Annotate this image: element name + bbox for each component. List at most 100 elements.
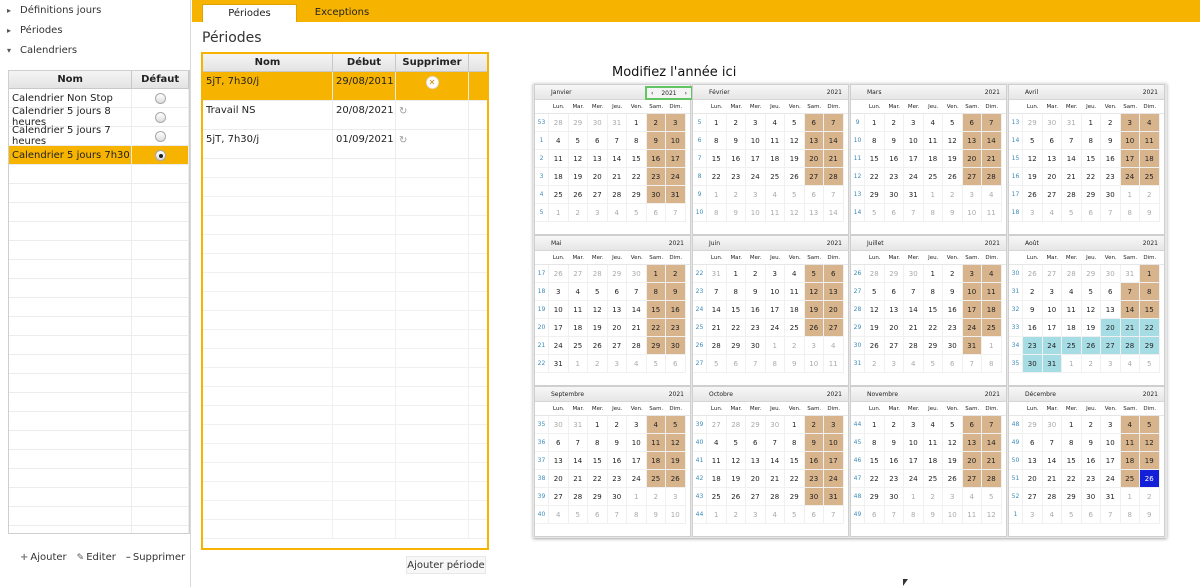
nav-calendriers[interactable]: ▾ Calendriers xyxy=(0,41,77,61)
day-cell[interactable]: 7 xyxy=(746,355,766,373)
day-cell[interactable]: 14 xyxy=(607,150,627,168)
day-cell[interactable]: 12 xyxy=(666,434,686,452)
day-cell[interactable]: 2 xyxy=(943,186,963,204)
day-cell[interactable]: 20 xyxy=(1042,168,1062,186)
col-header-defaut[interactable]: Défaut xyxy=(132,71,189,88)
day-cell[interactable]: 31 xyxy=(1120,265,1140,283)
day-cell[interactable]: 2 xyxy=(588,355,608,373)
day-cell[interactable]: 2 xyxy=(726,186,746,204)
day-cell[interactable]: 16 xyxy=(884,452,904,470)
day-cell[interactable]: 30 xyxy=(646,186,666,204)
day-cell[interactable]: 29 xyxy=(568,114,588,132)
day-cell[interactable]: 17 xyxy=(627,452,647,470)
day-cell[interactable]: 28 xyxy=(726,416,746,434)
day-cell[interactable]: 29 xyxy=(588,488,608,506)
day-cell[interactable]: 16 xyxy=(1081,452,1101,470)
day-cell[interactable]: 26 xyxy=(588,337,608,355)
day-cell[interactable]: 6 xyxy=(549,434,569,452)
day-cell[interactable]: 19 xyxy=(1140,452,1160,470)
day-cell[interactable]: 8 xyxy=(1120,204,1140,222)
day-cell[interactable]: 30 xyxy=(1101,265,1121,283)
day-cell[interactable]: 7 xyxy=(824,506,844,524)
day-cell[interactable]: 13 xyxy=(588,150,608,168)
day-cell[interactable]: 26 xyxy=(865,337,885,355)
day-cell[interactable]: 20 xyxy=(804,150,824,168)
day-cell[interactable]: 7 xyxy=(607,132,627,150)
day-cell[interactable]: 3 xyxy=(804,337,824,355)
day-cell[interactable]: 29 xyxy=(1081,265,1101,283)
day-cell[interactable]: 14 xyxy=(982,434,1002,452)
day-cell[interactable]: 16 xyxy=(884,150,904,168)
day-cell[interactable]: 15 xyxy=(1081,150,1101,168)
day-cell[interactable]: 12 xyxy=(943,434,963,452)
day-cell[interactable]: 26 xyxy=(726,488,746,506)
day-cell[interactable]: 10 xyxy=(666,132,686,150)
day-cell[interactable]: 5 xyxy=(943,114,963,132)
col-header-nom[interactable]: Nom xyxy=(9,71,133,88)
day-cell[interactable]: 5 xyxy=(923,355,943,373)
day-cell[interactable]: 2 xyxy=(1081,355,1101,373)
add-calendar-button[interactable]: + Ajouter xyxy=(20,552,67,563)
day-cell[interactable]: 15 xyxy=(923,301,943,319)
day-cell[interactable]: 23 xyxy=(884,168,904,186)
day-cell[interactable]: 13 xyxy=(804,132,824,150)
day-cell[interactable]: 30 xyxy=(765,416,785,434)
day-cell[interactable]: 22 xyxy=(726,319,746,337)
day-cell[interactable]: 25 xyxy=(568,337,588,355)
day-cell[interactable]: 24 xyxy=(1120,168,1140,186)
day-cell[interactable]: 1 xyxy=(904,488,924,506)
add-period-button[interactable]: Ajouter période xyxy=(406,556,486,574)
day-cell[interactable]: 21 xyxy=(568,470,588,488)
day-cell[interactable]: 20 xyxy=(1101,319,1121,337)
calendar-row[interactable]: Calendrier 5 jours 7h30 xyxy=(9,146,189,165)
day-cell[interactable]: 26 xyxy=(804,319,824,337)
day-cell[interactable]: 1 xyxy=(568,355,588,373)
day-cell[interactable]: 18 xyxy=(765,150,785,168)
day-cell[interactable]: 1 xyxy=(1062,416,1082,434)
day-cell[interactable]: 7 xyxy=(982,416,1002,434)
day-cell[interactable]: 20 xyxy=(1023,470,1043,488)
day-cell[interactable]: 30 xyxy=(588,114,608,132)
day-cell[interactable]: 27 xyxy=(549,488,569,506)
day-cell[interactable]: 3 xyxy=(666,114,686,132)
day-cell[interactable]: 4 xyxy=(904,355,924,373)
day-cell[interactable]: 31 xyxy=(568,416,588,434)
day-cell[interactable]: 8 xyxy=(785,434,805,452)
tab-exceptions[interactable]: Exceptions xyxy=(297,4,387,22)
day-cell[interactable]: 24 xyxy=(904,470,924,488)
day-cell[interactable]: 28 xyxy=(1062,186,1082,204)
day-cell[interactable]: 23 xyxy=(666,319,686,337)
day-cell[interactable]: 6 xyxy=(746,434,766,452)
default-radio[interactable] xyxy=(154,92,166,104)
day-cell[interactable]: 4 xyxy=(923,114,943,132)
day-cell[interactable]: 7 xyxy=(666,204,686,222)
day-cell[interactable]: 5 xyxy=(568,132,588,150)
delete-calendar-button[interactable]: – Supprimer xyxy=(126,552,185,563)
day-cell[interactable]: 30 xyxy=(1081,488,1101,506)
day-cell[interactable]: 24 xyxy=(765,319,785,337)
day-cell[interactable]: 25 xyxy=(646,470,666,488)
day-cell[interactable]: 5 xyxy=(785,506,805,524)
day-cell[interactable]: 25 xyxy=(1120,470,1140,488)
day-cell[interactable]: 1 xyxy=(982,337,1002,355)
day-cell[interactable]: 16 xyxy=(726,150,746,168)
day-cell[interactable]: 6 xyxy=(884,283,904,301)
day-cell[interactable]: 29 xyxy=(607,265,627,283)
day-cell[interactable]: 24 xyxy=(1101,470,1121,488)
day-cell[interactable]: 8 xyxy=(923,283,943,301)
day-cell[interactable]: 1 xyxy=(865,114,885,132)
day-cell[interactable]: 13 xyxy=(1101,301,1121,319)
day-cell[interactable]: 20 xyxy=(884,319,904,337)
day-cell[interactable]: 23 xyxy=(1023,337,1043,355)
day-cell[interactable]: 21 xyxy=(607,168,627,186)
day-cell[interactable]: 26 xyxy=(1023,265,1043,283)
day-cell[interactable]: 24 xyxy=(824,470,844,488)
day-cell[interactable]: 19 xyxy=(726,470,746,488)
day-cell[interactable]: 9 xyxy=(1023,301,1043,319)
day-cell[interactable]: 22 xyxy=(785,470,805,488)
day-cell[interactable]: 3 xyxy=(824,416,844,434)
day-cell[interactable]: 4 xyxy=(627,355,647,373)
day-cell[interactable]: 17 xyxy=(666,150,686,168)
day-cell[interactable]: 19 xyxy=(865,319,885,337)
day-cell[interactable]: 3 xyxy=(1023,204,1043,222)
